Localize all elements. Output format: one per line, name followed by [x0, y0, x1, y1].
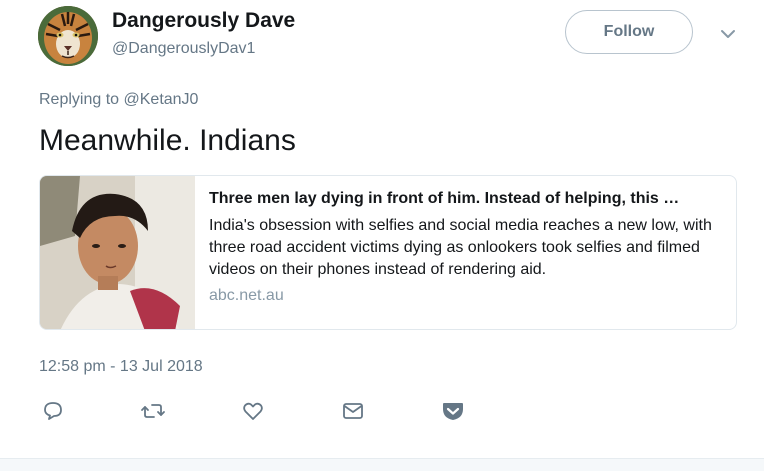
replying-to-label: Replying to [39, 91, 124, 108]
tweet-text: Meanwhile. Indians [39, 124, 296, 157]
display-name[interactable]: Dangerously Dave [112, 9, 295, 33]
chevron-down-icon[interactable] [716, 22, 740, 46]
card-body: Three men lay dying in front of him. Ins… [195, 176, 736, 329]
retweet-icon[interactable] [140, 398, 166, 424]
like-icon[interactable] [240, 398, 266, 424]
card-domain: abc.net.au [209, 287, 284, 304]
reply-icon[interactable] [40, 398, 66, 424]
link-card[interactable]: Three men lay dying in front of him. Ins… [39, 175, 737, 330]
user-handle[interactable]: @DangerouslyDav1 [112, 40, 255, 58]
tiger-avatar-icon [38, 6, 98, 66]
replying-to: Replying to @KetanJ0 [39, 91, 198, 109]
footer-divider [0, 458, 764, 471]
tweet-timestamp[interactable]: 12:58 pm - 13 Jul 2018 [39, 358, 203, 376]
follow-button[interactable]: Follow [565, 10, 693, 54]
card-description: India's obsession with selfies and socia… [209, 217, 712, 278]
direct-message-icon[interactable] [340, 398, 366, 424]
pocket-icon[interactable] [440, 398, 466, 424]
card-title[interactable]: Three men lay dying in front of him. Ins… [209, 190, 722, 208]
avatar[interactable] [38, 6, 98, 66]
reply-mention-link[interactable]: @KetanJ0 [124, 91, 199, 108]
card-thumbnail [40, 176, 195, 329]
